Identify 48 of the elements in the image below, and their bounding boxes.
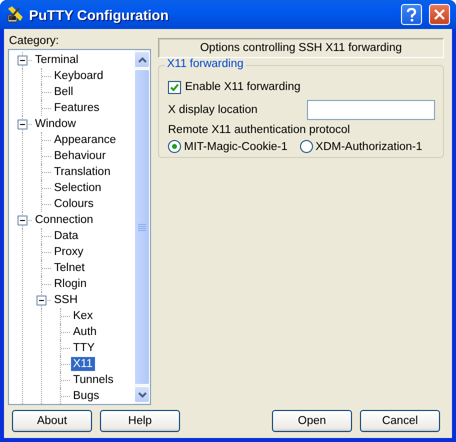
radio-label[interactable]: MIT-Magic-Cookie-1 bbox=[184, 140, 288, 152]
tree-item[interactable]: Telnet bbox=[52, 261, 87, 275]
tree-item[interactable]: Data bbox=[52, 229, 80, 243]
tree-item[interactable]: Kex bbox=[71, 309, 95, 323]
window-title: PuTTY Configuration bbox=[29, 6, 170, 22]
collapse-icon[interactable] bbox=[18, 120, 28, 130]
tree-item[interactable]: Bell bbox=[52, 85, 76, 99]
field-label: X display location bbox=[168, 104, 258, 116]
tree-item[interactable]: SSH bbox=[52, 293, 80, 307]
tree-item[interactable]: Terminal bbox=[33, 53, 80, 67]
panel-header: Options controlling SSH X11 forwarding bbox=[158, 38, 444, 58]
tree-item[interactable]: Translation bbox=[52, 165, 112, 179]
dialog-button[interactable]: About bbox=[12, 410, 92, 432]
input-field[interactable] bbox=[307, 100, 435, 120]
radio-label[interactable]: XDM-Authorization-1 bbox=[316, 140, 422, 152]
tree-item[interactable]: Selection bbox=[52, 181, 104, 195]
tree-item[interactable]: Connection bbox=[33, 213, 96, 227]
dialog-button[interactable]: Cancel bbox=[360, 410, 440, 432]
scroll-up-icon[interactable] bbox=[138, 56, 146, 62]
tree-item[interactable]: Behaviour bbox=[52, 149, 108, 163]
close-icon[interactable] bbox=[429, 4, 450, 25]
tree-item[interactable]: Keyboard bbox=[52, 69, 106, 83]
radio-button[interactable] bbox=[168, 140, 181, 153]
radio-button[interactable] bbox=[300, 140, 313, 153]
collapse-icon[interactable] bbox=[18, 56, 28, 66]
tree-item[interactable]: Tunnels bbox=[71, 373, 116, 387]
collapse-icon[interactable] bbox=[36, 296, 46, 306]
dialog-button[interactable]: Open bbox=[272, 410, 352, 432]
dialog-button[interactable]: Help bbox=[100, 410, 180, 432]
checkbox[interactable] bbox=[168, 80, 181, 94]
collapse-icon[interactable] bbox=[18, 216, 28, 226]
help-icon[interactable] bbox=[401, 4, 422, 25]
radio-group-label: Remote X11 authentication protocol bbox=[168, 124, 351, 136]
app-icon bbox=[6, 6, 24, 24]
tree-item[interactable]: Appearance bbox=[52, 133, 118, 147]
scroll-down-icon[interactable] bbox=[138, 392, 146, 398]
tree-item[interactable]: Colours bbox=[52, 197, 96, 211]
group-title: X11 forwarding bbox=[165, 58, 246, 70]
tree-item[interactable]: Auth bbox=[71, 325, 99, 339]
tree-item[interactable]: Bugs bbox=[71, 389, 102, 403]
checkbox-label[interactable]: Enable X11 forwarding bbox=[185, 81, 300, 93]
tree-item[interactable]: X11 bbox=[71, 357, 95, 371]
tree-item[interactable]: Proxy bbox=[52, 245, 86, 259]
tree-item[interactable]: Rlogin bbox=[52, 277, 89, 291]
tree-item[interactable]: TTY bbox=[71, 341, 97, 355]
tree-item[interactable]: Window bbox=[33, 117, 78, 131]
category-label: Category: bbox=[8, 35, 60, 49]
tree-item[interactable]: Features bbox=[52, 101, 102, 115]
